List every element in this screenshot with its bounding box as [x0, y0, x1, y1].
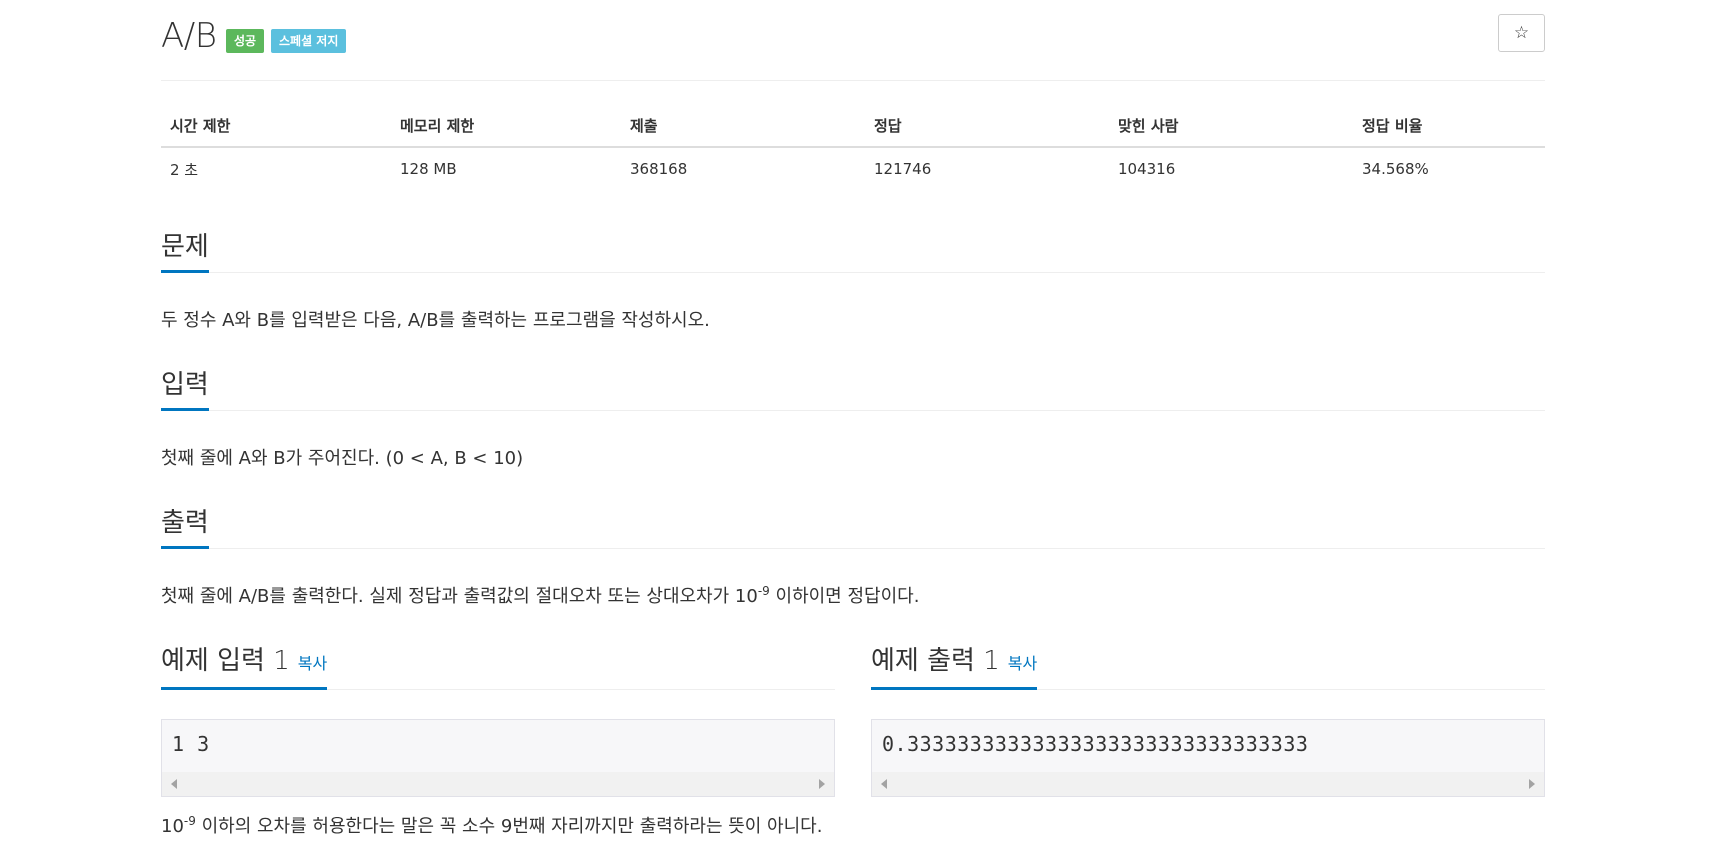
sample-input-copy-link[interactable]: 복사	[298, 654, 327, 673]
time-limit-value: 2 초	[170, 160, 199, 179]
ratio-value: 34.568%	[1362, 160, 1429, 178]
star-button[interactable]: ☆	[1498, 14, 1545, 52]
solvers-value: 104316	[1118, 160, 1176, 178]
sample-output-scrollbar[interactable]	[872, 772, 1544, 796]
scroll-left-arrow-icon[interactable]	[881, 779, 887, 789]
accepted-header: 정답	[865, 104, 1109, 148]
output-exponent: -9	[757, 584, 770, 598]
star-icon: ☆	[1513, 23, 1530, 43]
sample-input-box[interactable]: 1 3	[161, 719, 835, 797]
problem-title: A/B	[161, 16, 217, 56]
success-badge[interactable]: 성공	[226, 29, 265, 53]
sample-input-title: 예제 입력 1	[161, 646, 290, 676]
scroll-right-arrow-icon[interactable]	[1529, 779, 1535, 789]
problem-section-heading: 문제	[161, 227, 1545, 273]
info-value-row: 2 초 128 MB 368168 121746 104316 34.568%	[161, 147, 1545, 190]
output-section-heading: 출력	[161, 503, 1545, 549]
scroll-left-arrow-icon[interactable]	[171, 779, 177, 789]
sample-input-code: 1 3	[172, 732, 210, 756]
memory-limit-header: 메모리 제한	[391, 104, 621, 148]
accepted-value: 121746	[874, 160, 932, 178]
problem-header: A/B 성공 스페셜 저지 ☆	[161, 0, 1545, 81]
problem-info-table: 시간 제한 메모리 제한 제출 정답 맞힌 사람 정답 비율 2 초 128 M…	[161, 104, 1545, 190]
sample-output-box[interactable]: 0.33333333333333333333333333333333	[871, 719, 1545, 797]
sample-input-scrollbar[interactable]	[162, 772, 834, 796]
input-section-heading: 입력	[161, 365, 1545, 411]
info-header-row: 시간 제한 메모리 제한 제출 정답 맞힌 사람 정답 비율	[161, 104, 1545, 148]
sample-output-title: 예제 출력 1	[871, 646, 1000, 676]
input-description: 첫째 줄에 A와 B가 주어진다. (0 < A, B < 10)	[161, 448, 524, 469]
note-text: 이하의 오차를 허용한다는 말은 꼭 소수 9번째 자리까지만 출력하라는 뜻이…	[195, 816, 823, 837]
time-limit-header: 시간 제한	[161, 104, 391, 148]
output-text-after: 이하이면 정답이다.	[769, 586, 920, 607]
submissions-header: 제출	[621, 104, 865, 148]
output-text-before: 첫째 줄에 A/B를 출력한다. 실제 정답과 출력값의 절대오차 또는 상대오…	[161, 586, 758, 607]
problem-section-title: 문제	[161, 231, 209, 273]
problem-container: A/B 성공 스페셜 저지 ☆ 시간 제한 메모리 제한 제출 정답 맞힌 사람…	[161, 0, 1545, 837]
input-section-title: 입력	[161, 369, 209, 411]
ratio-header: 정답 비율	[1353, 104, 1545, 148]
note-base: 10	[161, 816, 184, 837]
sample-output-title-wrap: 예제 출력 1 복사	[871, 645, 1038, 690]
sample-note: 10-9 이하의 오차를 허용한다는 말은 꼭 소수 9번째 자리까지만 출력하…	[161, 814, 822, 840]
sample-output-copy-link[interactable]: 복사	[1008, 654, 1037, 673]
scroll-right-arrow-icon[interactable]	[819, 779, 825, 789]
solvers-header: 맞힌 사람	[1109, 104, 1353, 148]
sample-input-heading: 예제 입력 1 복사	[161, 644, 835, 690]
sample-output-code: 0.33333333333333333333333333333333	[882, 732, 1309, 756]
output-section-title: 출력	[161, 507, 209, 549]
note-exponent: -9	[183, 814, 196, 828]
submissions-value: 368168	[630, 160, 688, 178]
sample-input-title-wrap: 예제 입력 1 복사	[161, 645, 328, 690]
output-description: 첫째 줄에 A/B를 출력한다. 실제 정답과 출력값의 절대오차 또는 상대오…	[161, 584, 919, 610]
problem-description: 두 정수 A와 B를 입력받은 다음, A/B를 출력하는 프로그램을 작성하시…	[161, 310, 710, 331]
sample-output-heading: 예제 출력 1 복사	[871, 644, 1545, 690]
memory-limit-value: 128 MB	[400, 160, 457, 178]
problem-page: A/B 성공 스페셜 저지 ☆ 시간 제한 메모리 제한 제출 정답 맞힌 사람…	[0, 0, 1729, 846]
special-judge-badge[interactable]: 스페셜 저지	[271, 29, 347, 53]
